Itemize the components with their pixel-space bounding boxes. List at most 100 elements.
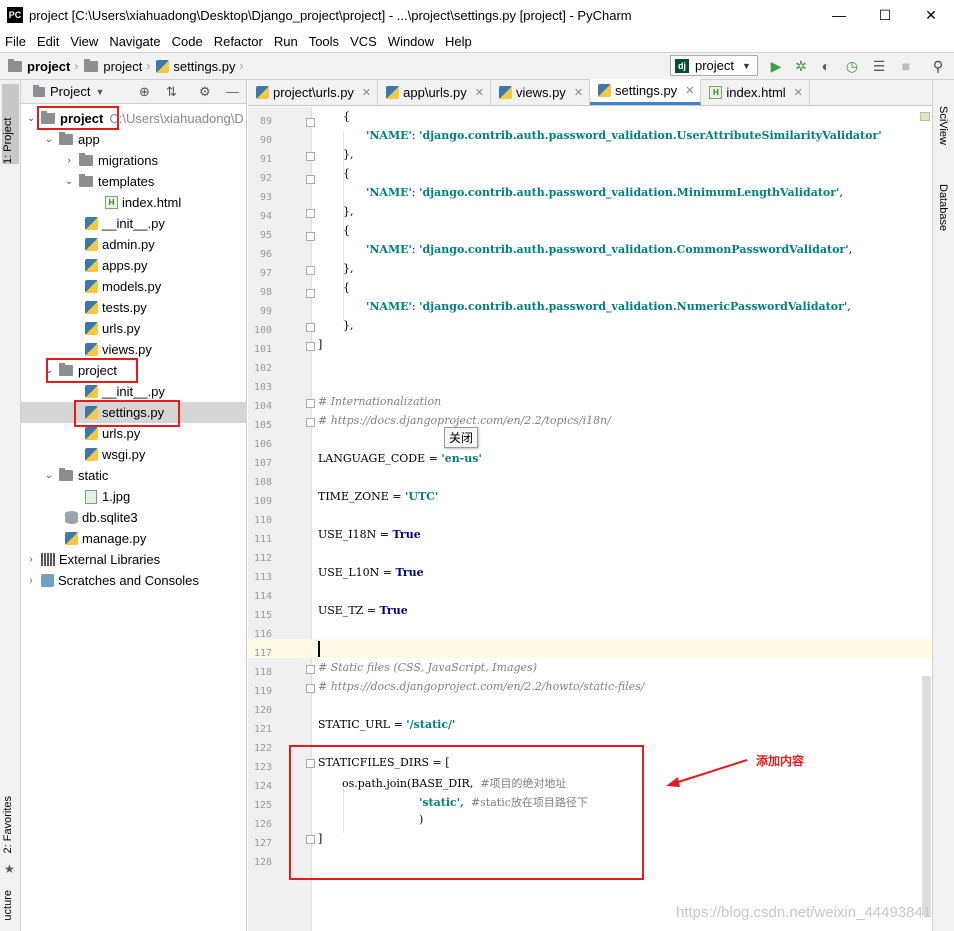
profile-icon[interactable]: ◷ (844, 58, 860, 74)
chevron-down-icon[interactable]: ⌄ (43, 365, 55, 376)
search-icon[interactable]: ⚲ (930, 58, 946, 74)
fold-marker[interactable] (306, 835, 315, 844)
menu-window[interactable]: Window (383, 34, 440, 49)
coverage-icon[interactable]: ◐ (818, 58, 834, 74)
breadcrumb-settings-file[interactable]: settings.py (156, 59, 236, 74)
tree-item-app[interactable]: ⌄ app (21, 129, 247, 150)
tree-item-1-jpg[interactable]: 1.jpg (21, 486, 247, 507)
tab-index-html[interactable]: H index.html ✕ (701, 79, 810, 105)
tab-project-tool[interactable]: 1: Project (2, 84, 19, 164)
tree-item-apps[interactable]: apps.py (21, 255, 247, 276)
close-icon[interactable]: ✕ (574, 86, 583, 99)
hide-icon[interactable]: — (226, 84, 239, 99)
run-configuration-select[interactable]: dj project ▼ (670, 55, 758, 76)
tree-item-external-libraries[interactable]: › External Libraries (21, 549, 247, 570)
chevron-down-icon[interactable]: ⌄ (43, 470, 55, 481)
tree-item-project-folder[interactable]: ⌄ project (21, 360, 247, 381)
menu-vcs[interactable]: VCS (345, 34, 383, 49)
run-icon[interactable]: ▶ (768, 58, 784, 74)
close-icon[interactable]: ✕ (362, 86, 371, 99)
tree-item-index-html[interactable]: H index.html (21, 192, 247, 213)
chevron-down-icon[interactable]: ▼ (95, 87, 104, 97)
python-file-icon (85, 427, 98, 440)
fold-marker[interactable] (306, 209, 315, 218)
tab-project-urls[interactable]: project\urls.py ✕ (248, 79, 379, 105)
menu-refactor[interactable]: Refactor (209, 34, 269, 49)
tree-item-views[interactable]: views.py (21, 339, 247, 360)
fold-marker[interactable] (306, 118, 315, 127)
menu-tools[interactable]: Tools (304, 34, 345, 49)
chevron-right-icon[interactable]: › (25, 554, 37, 565)
tree-item-app-init[interactable]: __init__.py (21, 213, 247, 234)
fold-marker[interactable] (306, 399, 315, 408)
code-line-90: 'NAME': 'django.contrib.auth.password_va… (366, 129, 882, 142)
fold-marker[interactable] (306, 323, 315, 332)
fold-marker[interactable] (306, 418, 315, 427)
minimize-button[interactable]: — (816, 0, 862, 30)
maximize-button[interactable]: ☐ (862, 0, 908, 30)
fold-marker[interactable] (306, 289, 315, 298)
locate-icon[interactable]: ⊕ (139, 84, 150, 100)
gear-icon[interactable]: ⚙ (199, 84, 211, 100)
menu-navigate[interactable]: Navigate (104, 34, 166, 49)
debug-icon[interactable]: ✲ (793, 58, 809, 74)
fold-marker[interactable] (306, 175, 315, 184)
fold-marker[interactable] (306, 232, 315, 241)
tree-item-tests[interactable]: tests.py (21, 297, 247, 318)
tree-item-project-init[interactable]: __init__.py (21, 381, 247, 402)
tree-item-migrations[interactable]: › migrations (21, 150, 247, 171)
tab-structure-tool[interactable]: ucture (2, 890, 14, 921)
tree-item-models[interactable]: models.py (21, 276, 247, 297)
chevron-down-icon[interactable]: ⌄ (25, 113, 37, 124)
project-view-select[interactable]: Project (50, 84, 90, 99)
menu-run[interactable]: Run (269, 34, 304, 49)
breadcrumb-project-folder[interactable]: project (84, 58, 142, 74)
stop-icon[interactable]: ■ (898, 58, 914, 74)
close-button[interactable]: ✕ (908, 0, 954, 30)
tab-settings[interactable]: settings.py ✕ (590, 79, 702, 105)
close-icon[interactable]: ✕ (794, 86, 803, 99)
tab-app-urls[interactable]: app\urls.py ✕ (378, 79, 491, 105)
tree-item-project-urls[interactable]: urls.py (21, 423, 247, 444)
tree-item-project-root[interactable]: ⌄ project C:\Users\xiahuadong\D (21, 108, 247, 129)
tree-item-settings[interactable]: settings.py (21, 402, 247, 423)
fold-marker[interactable] (306, 684, 315, 693)
tab-sciview[interactable]: SciView (937, 106, 949, 145)
menu-file[interactable]: File (0, 34, 32, 49)
tree-item-admin[interactable]: admin.py (21, 234, 247, 255)
chevron-right-icon[interactable]: › (63, 155, 75, 166)
tab-database[interactable]: Database (937, 184, 949, 231)
fold-marker[interactable] (306, 342, 315, 351)
line-number: 107 (253, 458, 272, 469)
fold-marker[interactable] (306, 759, 315, 768)
tree-item-manage[interactable]: manage.py (21, 528, 247, 549)
chevron-right-icon[interactable]: › (25, 575, 37, 586)
tree-item-scratches[interactable]: › Scratches and Consoles (21, 570, 247, 591)
fold-marker[interactable] (306, 665, 315, 674)
inspection-marker[interactable] (920, 112, 930, 121)
tree-item-static[interactable]: ⌄ static (21, 465, 247, 486)
tab-favorites-tool[interactable]: 2: Favorites (2, 796, 14, 853)
tree-item-app-urls[interactable]: urls.py (21, 318, 247, 339)
close-icon[interactable]: ✕ (685, 84, 694, 97)
concurrency-icon[interactable]: ☰ (871, 58, 887, 74)
breadcrumb-project-root[interactable]: project (8, 58, 70, 74)
code-editor[interactable]: 89 90 91 92 93 94 95 96 97 98 99 100 101 102 103 104 105… (248, 107, 932, 931)
line-number: 126 (253, 819, 272, 830)
close-icon[interactable]: ✕ (475, 86, 484, 99)
chevron-down-icon[interactable]: ⌄ (63, 176, 75, 187)
editor-scrollbar[interactable] (922, 676, 931, 916)
tree-item-wsgi[interactable]: wsgi.py (21, 444, 247, 465)
menu-help[interactable]: Help (440, 34, 478, 49)
tab-views[interactable]: views.py ✕ (491, 79, 591, 105)
tree-item-db-sqlite3[interactable]: db.sqlite3 (21, 507, 247, 528)
menu-edit[interactable]: Edit (32, 34, 65, 49)
fold-marker[interactable] (306, 152, 315, 161)
menu-view[interactable]: View (65, 34, 104, 49)
collapse-all-icon[interactable]: ⇅ (166, 84, 177, 100)
chevron-down-icon[interactable]: ⌄ (43, 134, 55, 145)
code-line-126: ) (419, 813, 424, 826)
fold-marker[interactable] (306, 266, 315, 275)
tree-item-templates[interactable]: ⌄ templates (21, 171, 247, 192)
menu-code[interactable]: Code (167, 34, 209, 49)
